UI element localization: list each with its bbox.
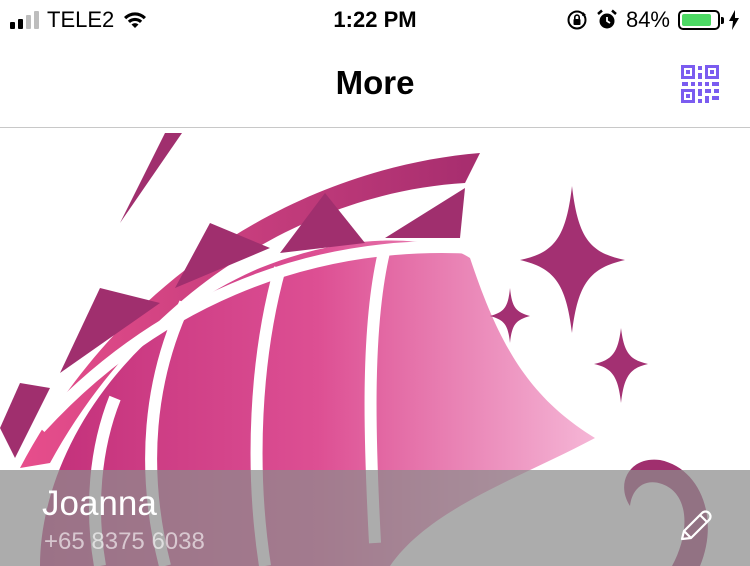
page-title: More	[335, 64, 415, 101]
nav-bar: More	[0, 40, 750, 128]
charging-icon	[729, 10, 739, 30]
status-bar: TELE2 1:22 PM 84%	[0, 0, 750, 40]
qr-code-button[interactable]	[680, 64, 720, 104]
edit-profile-button[interactable]	[674, 507, 714, 547]
battery-icon	[678, 10, 724, 30]
battery-percent: 84%	[625, 7, 670, 32]
profile-name: Joanna	[42, 484, 157, 523]
alarm-icon	[597, 9, 617, 29]
qr-code-icon	[681, 65, 719, 103]
orientation-lock-icon	[567, 10, 587, 30]
pencil-icon	[680, 510, 712, 541]
status-right: 84%	[566, 7, 750, 33]
profile-phone: +65 8375 6038	[44, 528, 205, 555]
